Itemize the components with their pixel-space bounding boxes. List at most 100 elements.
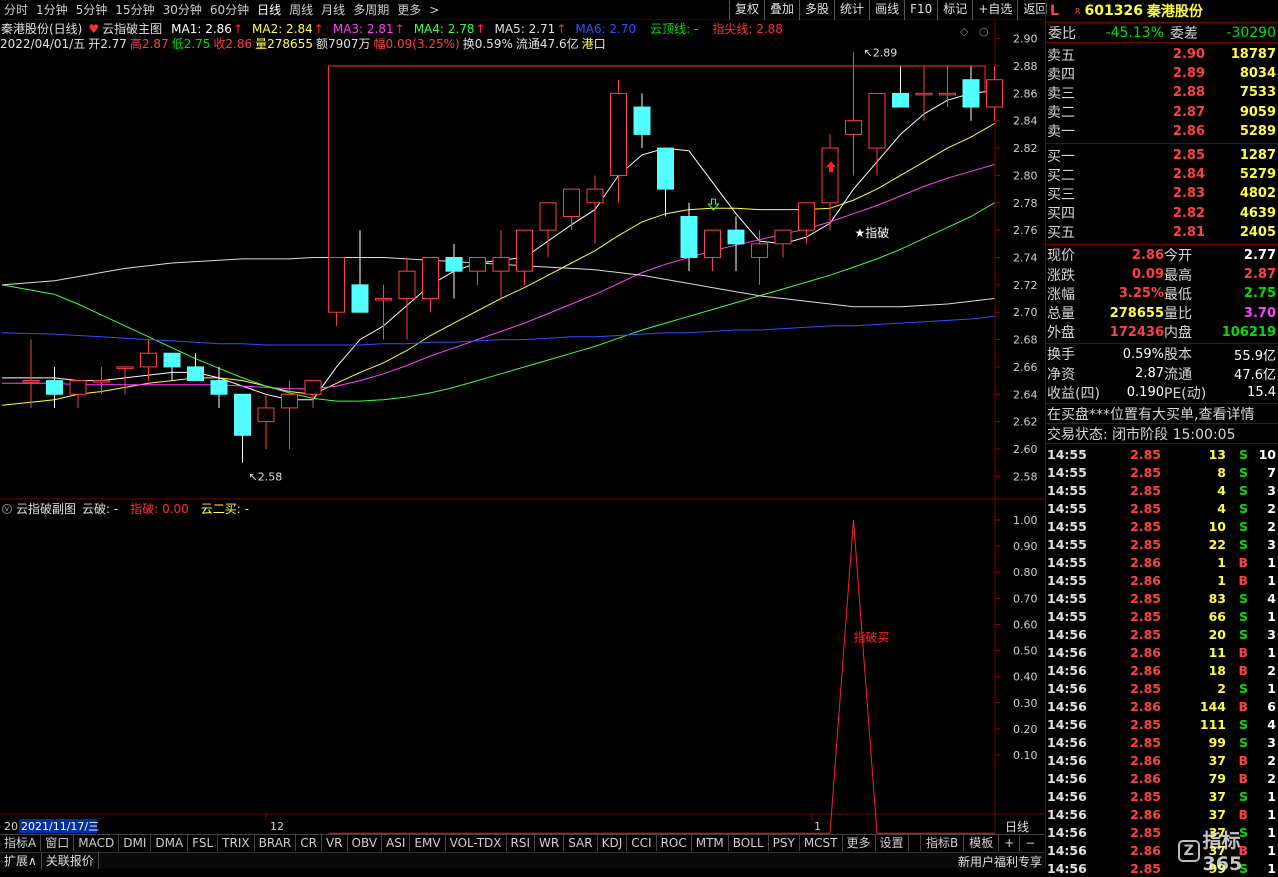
indicator-tab-13[interactable]: VOL-TDX: [446, 835, 507, 851]
tick-side: B: [1238, 753, 1248, 768]
tick-vol: 4: [1217, 501, 1226, 516]
bid-row-0[interactable]: 买一2.851287: [1046, 146, 1278, 165]
indicator-tab-17[interactable]: KDJ: [598, 835, 628, 851]
indicator-tab-22[interactable]: PSY: [769, 835, 800, 851]
toolbar-btn-1[interactable]: 叠加: [764, 0, 799, 20]
indicator-tab-25[interactable]: 设置: [876, 835, 909, 851]
period-0[interactable]: 分时: [0, 1, 32, 18]
ask-row-4[interactable]: 卖一2.865289: [1046, 122, 1278, 141]
stat-label: 量比: [1164, 303, 1192, 323]
stat2-value: 47.6亿: [1234, 364, 1276, 383]
indicator-tab-24[interactable]: 更多: [843, 835, 876, 851]
period-10[interactable]: 更多: [393, 1, 425, 18]
indicator-tab-0[interactable]: 指标A: [0, 835, 41, 851]
chevron-down-icon[interactable]: v: [2, 504, 12, 514]
tab-right-1[interactable]: 模板: [963, 835, 998, 851]
chevron-right-icon[interactable]: >: [425, 3, 443, 17]
indicator-tab-7[interactable]: BRAR: [255, 835, 297, 851]
toolbar-btn-2[interactable]: 多股: [799, 0, 834, 20]
indicator-tab-19[interactable]: ROC: [657, 835, 692, 851]
ask-row-3[interactable]: 卖二2.879059: [1046, 103, 1278, 122]
indicator-tab-1[interactable]: 窗口: [41, 835, 74, 851]
period-9[interactable]: 多周期: [349, 1, 393, 18]
period-5[interactable]: 60分钟: [206, 1, 253, 18]
tick-count: 3: [1267, 627, 1276, 642]
tick-price: 2.85: [1130, 501, 1161, 516]
tick-side: S: [1239, 519, 1248, 534]
promo-link[interactable]: 新用户福利专享: [958, 853, 1042, 870]
period-6[interactable]: 日线: [253, 1, 285, 18]
indicator-tab-11[interactable]: ASI: [382, 835, 410, 851]
tick-vol: 37: [1209, 789, 1226, 804]
tick-count: 1: [1267, 789, 1276, 804]
stat-label: 外盘: [1047, 322, 1075, 342]
indicator-tab-14[interactable]: RSI: [507, 835, 536, 851]
candle-body: [70, 381, 86, 395]
status-item-1[interactable]: 关联报价: [42, 852, 99, 869]
period-3[interactable]: 15分钟: [111, 1, 158, 18]
period-7[interactable]: 周线: [285, 1, 317, 18]
notice-row[interactable]: 在买盘***位置有大买单,查看详情: [1046, 404, 1278, 424]
indicator-tab-15[interactable]: WR: [535, 835, 564, 851]
indicator-tab-6[interactable]: TRIX: [218, 835, 254, 851]
ask-price: 2.87: [1173, 105, 1205, 120]
period-4[interactable]: 30分钟: [159, 1, 206, 18]
indicator-tab-9[interactable]: VR: [322, 835, 348, 851]
tick-price: 2.85: [1130, 447, 1161, 462]
sub-axis-label-8: 0.20: [1013, 723, 1038, 736]
ask-vol: 8034: [1240, 66, 1276, 81]
candle-body: [611, 93, 627, 175]
indicator-tab-4[interactable]: DMA: [151, 835, 188, 851]
notice-text[interactable]: 在买盘***位置有大买单,查看详情: [1047, 404, 1254, 424]
period-8[interactable]: 月线: [317, 1, 349, 18]
tick-vol: 111: [1200, 717, 1226, 732]
period-bar: 分时1分钟5分钟15分钟30分钟60分钟日线周线月线多周期更多> 复权叠加多股统计…: [0, 0, 1044, 20]
tick-time: 14:55: [1047, 591, 1087, 606]
bid-row-2[interactable]: 买三2.834802: [1046, 184, 1278, 203]
candle-body: [493, 258, 509, 272]
bid-row-3[interactable]: 买四2.824639: [1046, 204, 1278, 223]
indicator-tab-5[interactable]: FSL: [188, 835, 218, 851]
indicator-tab-21[interactable]: BOLL: [729, 835, 769, 851]
indicator-tab-3[interactable]: DMI: [119, 835, 151, 851]
bid-row-1[interactable]: 买二2.845279: [1046, 165, 1278, 184]
candle-body: [117, 367, 133, 369]
bid-price: 2.82: [1173, 206, 1205, 221]
period-1[interactable]: 1分钟: [32, 1, 72, 18]
period-2[interactable]: 5分钟: [72, 1, 112, 18]
indicator-tabs: 指标A窗口MACDDMIDMAFSLTRIXBRARCRVROBVASIEMVV…: [0, 834, 1044, 851]
indicator-tab-20[interactable]: MTM: [692, 835, 729, 851]
sub-title[interactable]: 云指破副图: [16, 500, 76, 517]
indicator-tab-12[interactable]: EMV: [410, 835, 445, 851]
stat2-value: 15.4: [1247, 385, 1276, 400]
bid-price: 2.83: [1173, 186, 1205, 201]
ask-vol: 18787: [1231, 47, 1276, 62]
indicator-tab-18[interactable]: CCI: [627, 835, 656, 851]
tab-right-3[interactable]: −: [1019, 835, 1040, 851]
ask-row-0[interactable]: 卖五2.9018787: [1046, 45, 1278, 64]
ask-row-2[interactable]: 卖三2.887533: [1046, 83, 1278, 102]
status-item-0[interactable]: 扩展∧: [0, 852, 42, 869]
axis-label-3: 2.84: [1013, 115, 1038, 128]
bid-row-4[interactable]: 买五2.812405: [1046, 223, 1278, 242]
toolbar-btn-3[interactable]: 统计: [834, 0, 869, 20]
indicator-tab-10[interactable]: OBV: [348, 835, 383, 851]
candle-body: [587, 189, 603, 203]
sub-axis-label-1: 0.90: [1013, 540, 1038, 553]
tab-right-0[interactable]: 指标B: [920, 835, 963, 851]
toolbar-btn-0[interactable]: 复权: [729, 0, 764, 20]
toolbar-btn-7[interactable]: +自选: [972, 0, 1017, 20]
indicator-tab-2[interactable]: MACD: [74, 835, 119, 851]
tick-side: B: [1238, 807, 1248, 822]
toolbar-btn-6[interactable]: 标记: [937, 0, 972, 20]
toolbar-btn-4[interactable]: 画线: [869, 0, 904, 20]
tick-vol: 144: [1200, 699, 1226, 714]
indicator-tab-8[interactable]: CR: [296, 835, 322, 851]
indicator-tab-23[interactable]: MCST: [800, 835, 843, 851]
indicator-tab-16[interactable]: SAR: [564, 835, 597, 851]
kline-chart[interactable]: 2.902.882.862.842.822.802.782.762.742.72…: [0, 20, 1044, 834]
toolbar-btn-5[interactable]: F10: [904, 0, 937, 20]
ask-row-1[interactable]: 卖四2.898034: [1046, 64, 1278, 83]
stat2-value: 2.87: [1135, 366, 1164, 381]
tab-right-2[interactable]: +: [998, 835, 1019, 851]
